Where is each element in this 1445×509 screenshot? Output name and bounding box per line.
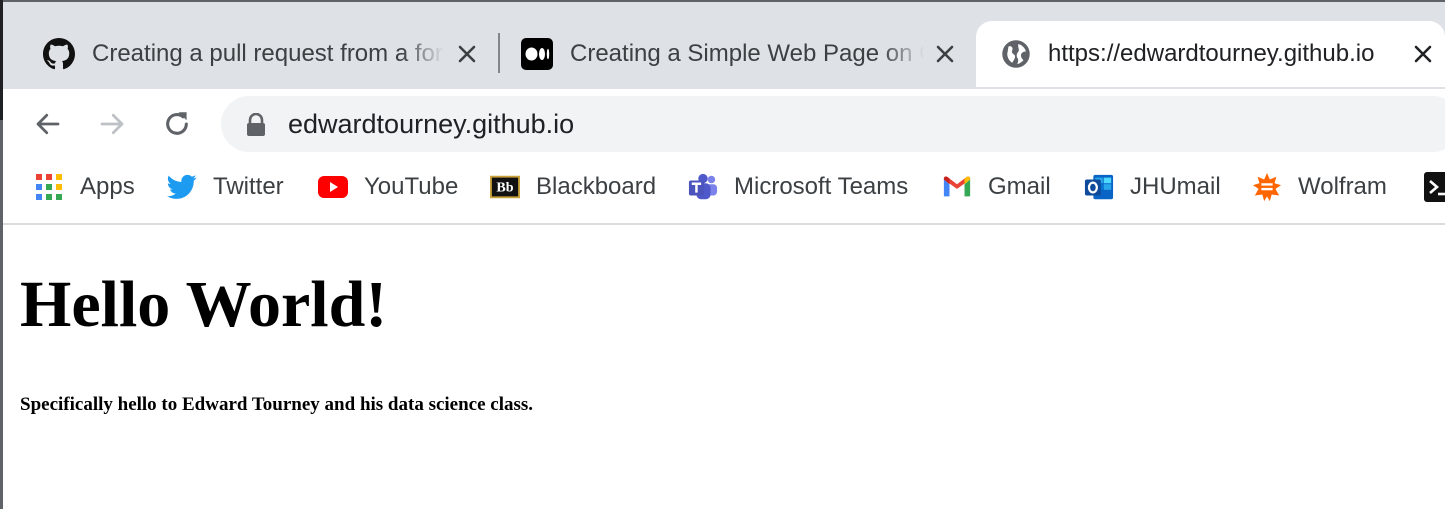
window-left-edge-dark (0, 0, 3, 120)
bookmark-twitter[interactable]: Twitter (167, 171, 284, 203)
bookmark-youtube[interactable]: YouTube (318, 171, 458, 203)
bookmark-label: Blackboard (536, 173, 657, 200)
forward-arrow-icon (100, 113, 124, 135)
lock-icon[interactable] (245, 113, 267, 137)
bookmark-blackboard[interactable]: Bb Blackboard (490, 171, 656, 203)
terminal-icon (1424, 172, 1445, 202)
teams-icon (688, 172, 718, 202)
toolbar: edwardtourney.github.io (0, 89, 1445, 159)
bookmark-terminal[interactable] (1424, 171, 1445, 203)
reload-button[interactable] (157, 104, 197, 144)
youtube-icon (318, 172, 348, 202)
bookmark-label: JHUmail (1130, 173, 1221, 200)
close-icon[interactable] (1409, 40, 1437, 68)
gmail-icon (942, 172, 972, 202)
github-icon (42, 37, 76, 71)
globe-icon (999, 37, 1033, 71)
tab-title: https://edwardtourney.github.io (1048, 40, 1375, 67)
bookmarks-bar: Apps Twitter YouTube Bb Blackboard Micro… (0, 159, 1445, 225)
page-content: Hello World! Specifically hello to Edwar… (0, 225, 1445, 509)
close-icon[interactable] (453, 40, 481, 68)
tab-pull-request[interactable]: Creating a pull request from a fork (20, 21, 490, 87)
tab-separator (498, 33, 500, 73)
bookmark-apps[interactable]: Apps (34, 171, 135, 203)
outlook-icon (1084, 172, 1114, 202)
bookmark-microsoft-teams[interactable]: Microsoft Teams (688, 171, 908, 203)
bookmark-label: YouTube (364, 173, 459, 200)
wolfram-icon (1252, 172, 1282, 202)
address-bar[interactable]: edwardtourney.github.io (221, 96, 1445, 152)
close-icon[interactable] (931, 40, 959, 68)
tab-strip: Creating a pull request from a fork Crea… (0, 0, 1445, 89)
tab-title: Creating a pull request from a fork (92, 40, 444, 67)
reload-icon (166, 112, 188, 135)
url-text[interactable]: edwardtourney.github.io (288, 108, 574, 140)
bookmark-gmail[interactable]: Gmail (942, 171, 1051, 203)
bookmark-label: Microsoft Teams (734, 173, 909, 200)
bookmark-label: Gmail (988, 173, 1051, 200)
medium-icon (520, 37, 554, 71)
back-arrow-icon (36, 113, 60, 135)
bookmark-wolfram[interactable]: Wolfram (1252, 171, 1387, 203)
tabstrip-top-border (0, 0, 1445, 2)
tab-edwardtourney[interactable]: https://edwardtourney.github.io (976, 21, 1445, 87)
bookmark-label: Apps (80, 173, 135, 200)
twitter-icon (167, 172, 197, 202)
bookmark-jhumail[interactable]: JHUmail (1084, 171, 1221, 203)
tab-simple-web-page[interactable]: Creating a Simple Web Page on GitHub (502, 21, 972, 87)
back-button[interactable] (28, 104, 68, 144)
page-subheading: Specifically hello to Edward Tourney and… (20, 394, 534, 415)
tab-title: Creating a Simple Web Page on GitHub (570, 40, 924, 67)
apps-grid-icon (34, 172, 64, 202)
blackboard-icon: Bb (490, 172, 520, 202)
bookmark-label: Twitter (213, 173, 284, 200)
page-heading: Hello World! (20, 268, 388, 341)
bookmark-label: Wolfram (1298, 173, 1387, 200)
forward-button[interactable] (92, 104, 132, 144)
svg-text:Bb: Bb (496, 180, 513, 196)
